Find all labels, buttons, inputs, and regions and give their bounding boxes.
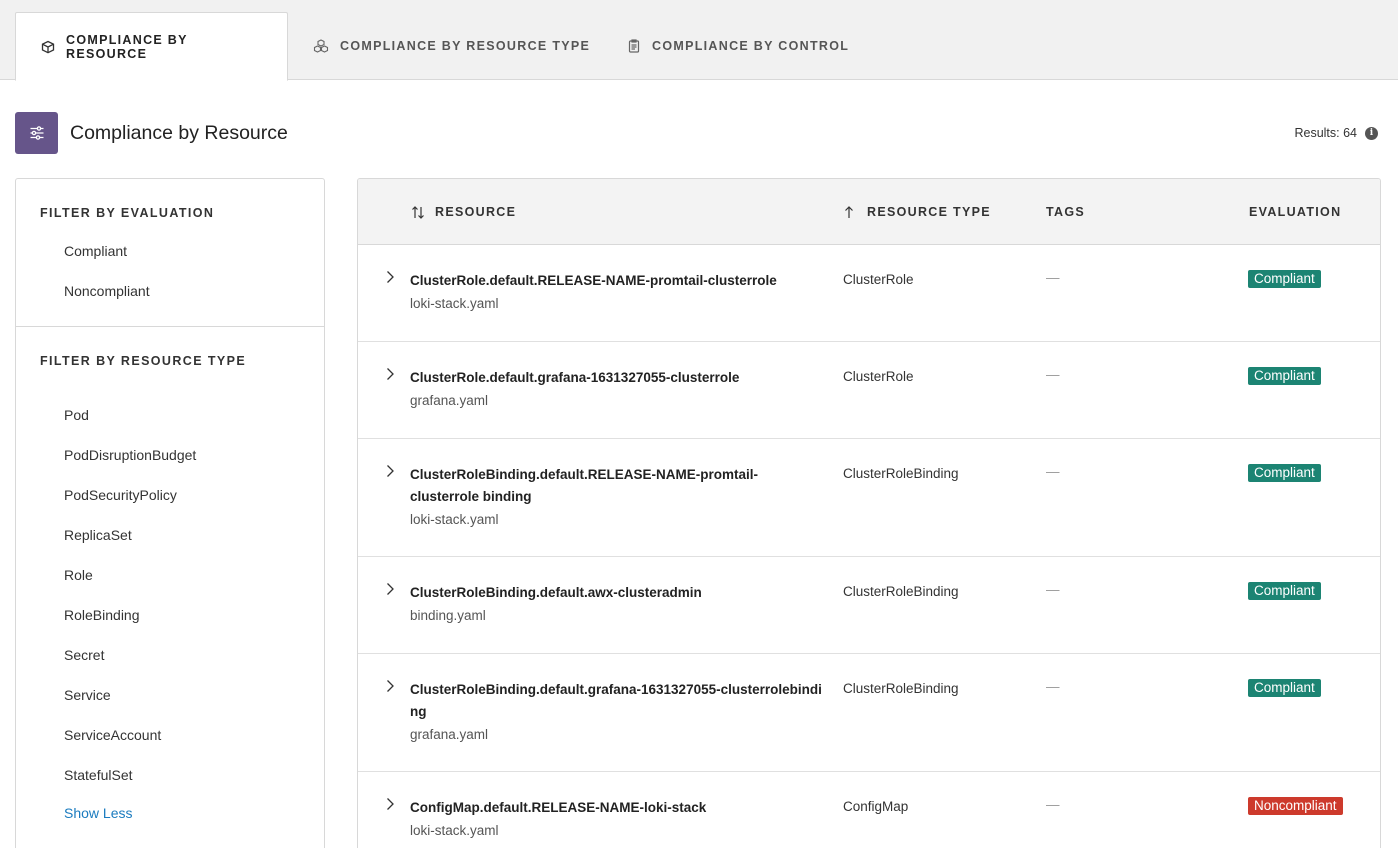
column-header-evaluation: EVALUATION xyxy=(1249,205,1341,219)
resource-file: grafana.yaml xyxy=(410,393,489,408)
evaluation-badge: Compliant xyxy=(1248,679,1321,697)
chevron-right-icon[interactable] xyxy=(384,270,396,284)
chevron-right-icon[interactable] xyxy=(384,797,396,811)
resource-type: ClusterRoleBinding xyxy=(843,681,959,696)
resource-name: ClusterRole.default.grafana-1631327055-c… xyxy=(410,370,740,385)
resource-file: loki-stack.yaml xyxy=(410,296,499,311)
resource-type: ConfigMap xyxy=(843,799,909,814)
resource-type: ClusterRole xyxy=(843,369,914,384)
filter-item-noncompliant[interactable]: Noncompliant xyxy=(64,283,150,299)
column-label: RESOURCE xyxy=(435,205,517,219)
resource-tags: — xyxy=(1046,270,1060,285)
column-header-resource[interactable]: RESOURCE xyxy=(411,205,516,219)
resource-tags: — xyxy=(1046,679,1060,694)
results-label: Results: 64 xyxy=(1294,126,1357,140)
chevron-right-icon[interactable] xyxy=(384,367,396,381)
filter-item-rolebinding[interactable]: RoleBinding xyxy=(64,607,140,623)
resource-tags: — xyxy=(1046,797,1060,812)
sort-both-icon xyxy=(411,205,425,219)
table-row[interactable]: ClusterRoleBinding.default.grafana-16313… xyxy=(358,654,1380,772)
show-less-link[interactable]: Show Less xyxy=(64,805,132,821)
resource-file: loki-stack.yaml xyxy=(410,823,499,838)
resource-file: loki-stack.yaml xyxy=(410,512,499,527)
resource-file: grafana.yaml xyxy=(410,727,489,742)
evaluation-badge: Compliant xyxy=(1248,270,1321,288)
column-header-resource-type[interactable]: RESOURCE TYPE xyxy=(844,205,991,219)
chevron-right-icon[interactable] xyxy=(384,679,396,693)
evaluation-badge: Compliant xyxy=(1248,367,1321,385)
resource-type: ClusterRole xyxy=(843,272,914,287)
table-row[interactable]: ClusterRole.default.RELEASE-NAME-promtai… xyxy=(358,245,1380,342)
filter-item-secret[interactable]: Secret xyxy=(64,647,104,663)
results-count: Results: 64 i xyxy=(1294,126,1378,140)
evaluation-badge: Compliant xyxy=(1248,464,1321,482)
resource-file: binding.yaml xyxy=(410,608,486,623)
filter-item-podsecuritypolicy[interactable]: PodSecurityPolicy xyxy=(64,487,177,503)
filter-sidebar: FILTER BY EVALUATION Compliant Noncompli… xyxy=(15,178,325,848)
tab-label: COMPLIANCE BY CONTROL xyxy=(652,39,850,53)
resource-tags: — xyxy=(1046,582,1060,597)
column-header-tags: TAGS xyxy=(1046,205,1085,219)
resource-name: ClusterRoleBinding.default.grafana-16313… xyxy=(410,682,822,719)
cube-icon xyxy=(41,40,55,54)
resource-name: ConfigMap.default.RELEASE-NAME-loki-stac… xyxy=(410,800,707,815)
filter-by-evaluation-heading: FILTER BY EVALUATION xyxy=(40,206,215,220)
column-label: EVALUATION xyxy=(1249,205,1342,219)
resource-table: RESOURCE RESOURCE TYPE TAGS EVALUATION C… xyxy=(357,178,1381,848)
table-row[interactable]: ConfigMap.default.RELEASE-NAME-loki-stac… xyxy=(358,772,1380,848)
tab-label: COMPLIANCE BY RESOURCE TYPE xyxy=(340,39,591,53)
resource-name: ClusterRoleBinding.default.awx-clusterad… xyxy=(410,585,702,600)
info-icon[interactable]: i xyxy=(1365,126,1378,140)
sort-up-icon xyxy=(844,205,854,219)
evaluation-badge: Compliant xyxy=(1248,582,1321,600)
tab-label: COMPLIANCE BY RESOURCE xyxy=(66,32,188,61)
page-title: Compliance by Resource xyxy=(70,122,288,144)
sliders-icon xyxy=(15,112,58,154)
clipboard-icon xyxy=(627,39,641,53)
chevron-right-icon[interactable] xyxy=(384,464,396,478)
cubes-icon xyxy=(313,39,329,53)
filter-item-replicaset[interactable]: ReplicaSet xyxy=(64,527,132,543)
filter-item-service[interactable]: Service xyxy=(64,687,111,703)
resource-tags: — xyxy=(1046,464,1060,479)
resource-name: ClusterRole.default.RELEASE-NAME-promtai… xyxy=(410,273,777,288)
table-row[interactable]: ClusterRole.default.grafana-1631327055-c… xyxy=(358,342,1380,439)
filter-by-resource-type-heading: FILTER BY RESOURCE TYPE xyxy=(40,354,247,368)
resource-type: ClusterRoleBinding xyxy=(843,466,959,481)
evaluation-badge: Noncompliant xyxy=(1248,797,1343,815)
filter-item-poddisruptionbudget[interactable]: PodDisruptionBudget xyxy=(64,447,196,463)
column-label: TAGS xyxy=(1046,205,1085,219)
filter-item-compliant[interactable]: Compliant xyxy=(64,243,127,259)
chevron-right-icon[interactable] xyxy=(384,582,396,596)
filter-item-role[interactable]: Role xyxy=(64,567,93,583)
table-header: RESOURCE RESOURCE TYPE TAGS EVALUATION xyxy=(358,179,1380,245)
tab-compliance-by-resource-type[interactable]: COMPLIANCE BY RESOURCE TYPE xyxy=(288,12,615,80)
resource-tags: — xyxy=(1046,367,1060,382)
column-label: RESOURCE TYPE xyxy=(867,205,991,219)
resource-name: ClusterRoleBinding.default.RELEASE-NAME-… xyxy=(410,467,759,504)
filter-item-serviceaccount[interactable]: ServiceAccount xyxy=(64,727,161,743)
resource-type: ClusterRoleBinding xyxy=(843,584,959,599)
filter-item-statefulset[interactable]: StatefulSet xyxy=(64,767,133,783)
tab-compliance-by-control[interactable]: COMPLIANCE BY CONTROL xyxy=(602,12,874,80)
table-row[interactable]: ClusterRoleBinding.default.RELEASE-NAME-… xyxy=(358,439,1380,557)
tab-compliance-by-resource[interactable]: COMPLIANCE BY RESOURCE xyxy=(15,12,288,81)
table-row[interactable]: ClusterRoleBinding.default.awx-clusterad… xyxy=(358,557,1380,654)
filter-item-pod[interactable]: Pod xyxy=(64,407,89,423)
divider xyxy=(16,326,324,327)
tab-bar: COMPLIANCE BY RESOURCE COMPLIANCE BY RES… xyxy=(0,0,1398,81)
